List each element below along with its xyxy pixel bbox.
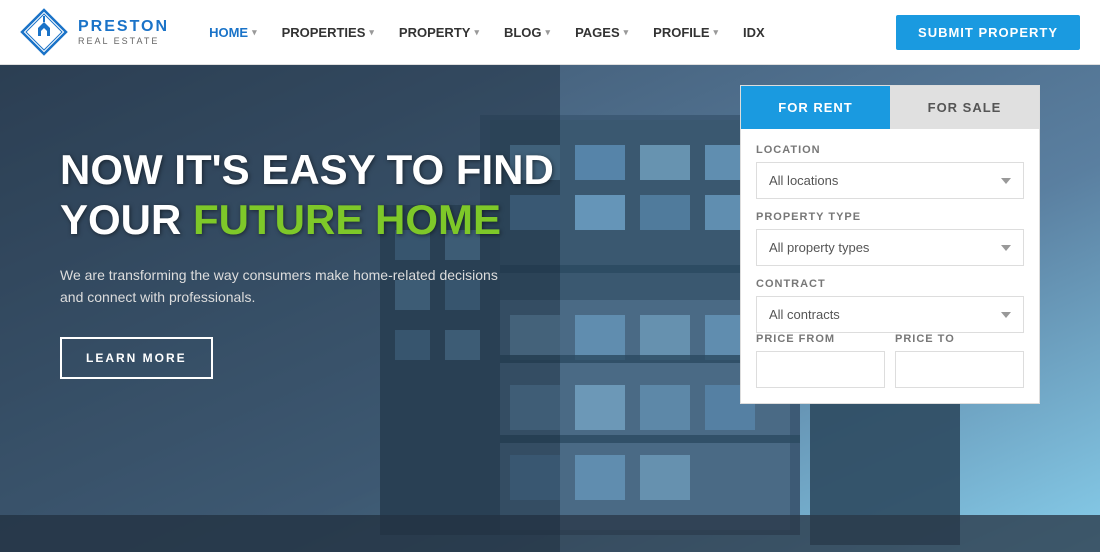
nav-property[interactable]: PROPERTY ▾ bbox=[389, 17, 489, 48]
chevron-down-icon: ▾ bbox=[474, 27, 479, 38]
submit-property-button[interactable]: SUBMIT PROPERTY bbox=[896, 15, 1080, 50]
price-from-input[interactable] bbox=[756, 351, 885, 388]
logo-subtitle: REAL ESTATE bbox=[78, 36, 169, 46]
nav-home[interactable]: HOME ▾ bbox=[199, 17, 267, 48]
hero-title: NOW IT'S EASY TO FIND YOUR FUTURE HOME bbox=[60, 145, 554, 246]
chevron-down-icon: ▾ bbox=[546, 27, 551, 38]
hero-content: NOW IT'S EASY TO FIND YOUR FUTURE HOME W… bbox=[60, 145, 554, 379]
navbar: PRESTON REAL ESTATE HOME ▾ PROPERTIES ▾ … bbox=[0, 0, 1100, 65]
contract-label: CONTRACT bbox=[756, 278, 1024, 290]
logo[interactable]: PRESTON REAL ESTATE bbox=[20, 8, 169, 56]
nav-pages[interactable]: PAGES ▾ bbox=[565, 17, 638, 48]
chevron-down-icon: ▾ bbox=[252, 27, 257, 38]
chevron-down-icon: ▾ bbox=[624, 27, 629, 38]
logo-text: PRESTON REAL ESTATE bbox=[78, 18, 169, 46]
logo-name: PRESTON bbox=[78, 18, 169, 36]
nav-links: HOME ▾ PROPERTIES ▾ PROPERTY ▾ BLOG ▾ PA… bbox=[199, 17, 896, 48]
price-labels-row: PRICE FROM PRICE TO bbox=[756, 333, 1024, 351]
price-inputs-row bbox=[756, 351, 1024, 388]
learn-more-button[interactable]: LEARN MORE bbox=[60, 337, 213, 379]
tab-for-sale[interactable]: FOR SALE bbox=[890, 86, 1039, 129]
nav-idx[interactable]: IDX bbox=[733, 17, 775, 48]
hero-subtitle: We are transforming the way consumers ma… bbox=[60, 264, 500, 309]
property-type-select[interactable]: All property types House Apartment Condo bbox=[756, 229, 1024, 266]
price-to-col bbox=[895, 351, 1024, 388]
chevron-down-icon: ▾ bbox=[369, 27, 374, 38]
search-form-body: LOCATION All locations New York Los Ange… bbox=[741, 129, 1039, 393]
price-to-input[interactable] bbox=[895, 351, 1024, 388]
tab-for-rent[interactable]: FOR RENT bbox=[741, 86, 890, 129]
nav-profile[interactable]: PROFILE ▾ bbox=[643, 17, 728, 48]
price-from-label: PRICE FROM bbox=[756, 333, 885, 345]
price-to-label: PRICE TO bbox=[895, 333, 1024, 345]
chevron-down-icon: ▾ bbox=[714, 27, 719, 38]
nav-properties[interactable]: PROPERTIES ▾ bbox=[272, 17, 384, 48]
contract-select[interactable]: All contracts Rent Sale Lease bbox=[756, 296, 1024, 333]
search-tabs: FOR RENT FOR SALE bbox=[741, 86, 1039, 129]
property-type-label: PROPERTY TYPE bbox=[756, 211, 1024, 223]
hero-section: NOW IT'S EASY TO FIND YOUR FUTURE HOME W… bbox=[0, 65, 1100, 552]
logo-icon bbox=[20, 8, 68, 56]
nav-blog[interactable]: BLOG ▾ bbox=[494, 17, 560, 48]
location-select[interactable]: All locations New York Los Angeles Chica… bbox=[756, 162, 1024, 199]
location-label: LOCATION bbox=[756, 144, 1024, 156]
search-panel: FOR RENT FOR SALE LOCATION All locations… bbox=[740, 85, 1040, 404]
price-from-col bbox=[756, 351, 885, 388]
